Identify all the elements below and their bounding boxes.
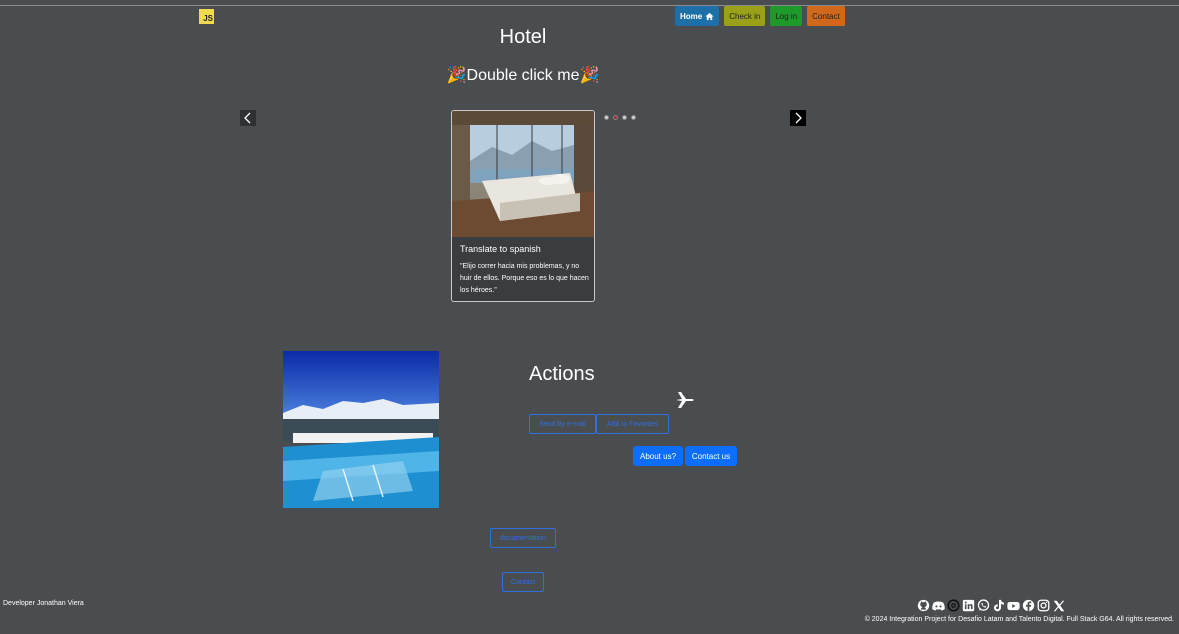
carousel-indicator-active[interactable] (613, 115, 618, 120)
facebook-icon[interactable] (1022, 599, 1035, 612)
social-links (917, 599, 1065, 612)
copyright-text: © 2024 Integration Project for Desafio L… (864, 616, 1174, 623)
top-nav: Home Check in Log in Contact (675, 6, 845, 26)
carousel-prev-button[interactable] (240, 110, 256, 126)
login-button[interactable]: Log in (770, 6, 803, 26)
actions-heading: Actions (529, 363, 595, 385)
card-title: Translate to spanish (460, 244, 541, 254)
home-button[interactable]: Home (675, 6, 720, 26)
add-favorites-button[interactable]: Add to Favorites (596, 414, 669, 434)
documentation-button[interactable]: documentation (490, 528, 556, 548)
x-icon[interactable] (1052, 599, 1065, 612)
nav-contact-button[interactable]: Contact (807, 6, 845, 26)
carousel-indicators (604, 115, 636, 120)
carousel-indicator[interactable] (622, 115, 627, 120)
checkin-button[interactable]: Check in (724, 6, 766, 26)
tiktok-icon[interactable] (992, 599, 1005, 612)
pool-image (283, 351, 439, 508)
chevron-right-icon (795, 112, 802, 124)
page-title: Hotel (499, 26, 547, 48)
about-us-button[interactable]: About us? (633, 446, 683, 466)
github-icon[interactable] (917, 599, 930, 612)
double-click-label: Double click me (466, 67, 580, 84)
party-popper-icon: 🎉 (579, 67, 600, 84)
home-label: Home (680, 11, 703, 21)
linkedin-icon[interactable] (962, 599, 975, 612)
js-logo: JS (199, 9, 214, 24)
airplane-icon (676, 392, 694, 408)
card-quote: "Elijo correr hacia mis problemas, y no … (460, 263, 589, 294)
instagram-icon[interactable] (1037, 599, 1050, 612)
chevron-left-icon (244, 112, 251, 124)
whatsapp-icon[interactable] (977, 599, 990, 612)
send-email-button[interactable]: Send by e-mail (529, 414, 596, 434)
double-click-heading[interactable]: 🎉Double click me🎉 (0, 65, 1046, 85)
carousel-card: Translate to spanish "Elijo correr hacia… (451, 110, 595, 302)
carousel-indicator[interactable] (604, 115, 609, 120)
contact-button[interactable]: Contact (502, 572, 544, 592)
threads-icon[interactable] (947, 599, 960, 612)
party-popper-icon: 🎉 (446, 67, 467, 84)
carousel-indicator[interactable] (631, 115, 636, 120)
discord-icon[interactable] (932, 599, 945, 612)
home-icon (705, 12, 714, 20)
carousel-next-button[interactable] (790, 110, 806, 126)
contact-us-button[interactable]: Contact us (685, 446, 737, 466)
youtube-icon[interactable] (1007, 599, 1020, 612)
hotel-room-image (452, 111, 594, 237)
top-border (0, 5, 1179, 6)
developer-credit: Developer Jonathan Viera (3, 600, 84, 607)
